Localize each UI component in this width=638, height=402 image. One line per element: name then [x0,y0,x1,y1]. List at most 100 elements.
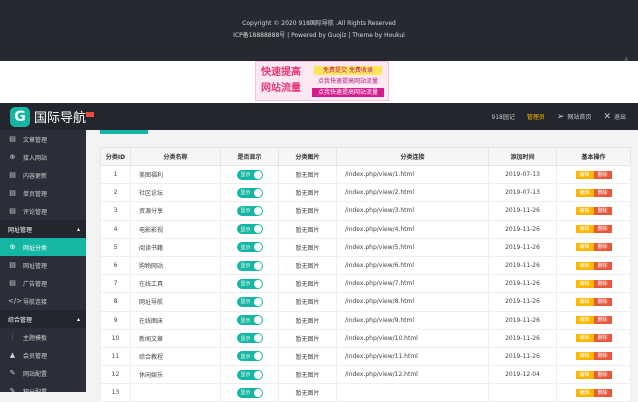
sidebar-item[interactable]: ▲ 会员管理 [0,346,86,364]
delete-button[interactable]: 删除 [593,225,612,234]
delete-button[interactable]: 删除 [593,243,612,252]
sidebar-item[interactable]: ▤ 文章管理 [0,130,86,148]
delete-button[interactable]: 删除 [593,334,612,343]
delete-button[interactable]: 删除 [593,370,612,379]
ad-headline: 快速提高网站流量 [261,67,301,94]
sidebar: ▤ 文章管理 ⊕ 接入网站 ▤ 内容更新 ▤ 单页管理 ▤ 评论管理 网址管理 ▴ ⊕ 网址分类 ▤ 网… [0,130,86,392]
column-header: 分类连接 [336,147,489,166]
category-link[interactable]: /index.php/view/7.html [336,274,489,294]
edit-button[interactable]: 编辑 [575,261,594,270]
category-link[interactable]: /index.php/view/1.html [336,164,489,185]
sidebar-item-label: 评论管理 [23,208,48,216]
visibility-toggle[interactable]: 显示 [236,169,263,180]
category-image: 暂无图片 [278,274,337,294]
edit-button[interactable]: 编辑 [575,370,594,379]
visibility-toggle[interactable]: 显示 [236,187,263,198]
ad-banner[interactable]: 快速提高网站流量 免费提交 免费收录 点我快速提高网站流量 点我快速提高网站流量 [255,61,389,101]
plus-circle-icon: ⊕ [9,243,16,251]
category-link[interactable]: /index.php/view/12.html [336,365,489,385]
sidebar-item[interactable]: ▤ 单页管理 [0,184,86,202]
edit-button[interactable]: 编辑 [575,279,594,288]
sidebar-group-general-management[interactable]: 综合管理 ▴ [0,310,86,328]
sidebar-item[interactable]: ▤ 内容更新 [0,166,86,184]
toggle-knob [253,388,262,397]
sidebar-item[interactable]: ▤ 网址管理 [0,256,86,274]
actions-cell: 编辑 删除 [556,274,631,294]
toggle-label: 显示 [240,353,251,360]
visibility-toggle[interactable]: 显示 [236,205,263,216]
edit-button[interactable]: 编辑 [575,225,594,234]
sidebar-item[interactable]: ▤ 广告管理 [0,274,86,292]
sidebar-item[interactable]: </> 导航连接 [0,292,86,310]
delete-button[interactable]: 删除 [593,297,612,306]
visibility-toggle[interactable]: 显示 [236,278,263,289]
category-id: 6 [100,255,131,276]
close-icon: ✕ [603,111,611,122]
category-link[interactable]: /index.php/view/5.html [336,237,489,257]
visibility-toggle[interactable]: 显示 [236,351,263,362]
edit-button[interactable]: 编辑 [575,297,594,306]
category-name: 购物网站 [130,255,221,276]
delete-button[interactable]: 删除 [593,170,612,179]
visibility-toggle[interactable]: 显示 [236,369,263,380]
sidebar-item[interactable]: ⊕ 接入网站 [0,148,86,166]
edit-button[interactable]: 编辑 [575,206,594,215]
edit-button[interactable]: 编辑 [575,352,594,361]
edit-button[interactable]: 编辑 [575,334,594,343]
sidebar-group-url-management[interactable]: 网址管理 ▴ [0,220,86,238]
sidebar-group-label: 综合管理 [8,316,33,324]
sidebar-item[interactable]: ✎ 网站配置 [0,364,86,382]
sidebar-item[interactable]: ▤ 评论管理 [0,202,86,220]
toggle-label: 显示 [240,226,251,233]
visibility-cell: 显示 [220,237,279,257]
added-date: 2019-11-26 [488,237,557,257]
delete-button[interactable]: 删除 [593,388,612,397]
category-id: 5 [100,237,131,257]
delete-button[interactable]: 删除 [593,352,612,361]
category-link[interactable]: /index.php/view/8.html [336,292,489,312]
category-link[interactable]: /index.php/view/9.html [336,310,489,330]
document-icon: ▤ [9,135,16,143]
icp-text: ICP备18888888号 | Powered by Guojiz | Them… [233,32,405,39]
added-date: 2019-12-04 [488,365,557,385]
category-link[interactable]: /index.php/view/2.html [336,183,489,203]
sidebar-item[interactable]: ✎ 积分配置 [0,382,86,392]
site-name-link[interactable]: 918园记 [491,112,514,121]
toggle-label: 显示 [240,335,251,342]
logo[interactable]: G 国际导航 [0,103,100,130]
category-image: 暂无图片 [278,328,337,348]
visibility-toggle[interactable]: 显示 [236,224,263,235]
toggle-knob [253,352,262,361]
category-link[interactable]: /index.php/view/4.html [336,219,489,239]
visibility-toggle[interactable]: 显示 [236,315,263,326]
visibility-toggle[interactable]: 显示 [236,333,263,344]
category-image: 暂无图片 [278,310,337,330]
delete-button[interactable]: 删除 [593,206,612,215]
category-link[interactable]: /index.php/view/10.html [336,328,489,348]
visibility-toggle[interactable]: 显示 [236,260,263,271]
edit-button[interactable]: 编辑 [575,243,594,252]
logout-link[interactable]: ✕ 退出 [603,112,626,122]
category-id: 2 [100,183,131,203]
edit-button[interactable]: 编辑 [575,188,594,197]
user-menu[interactable]: 管理员 [527,112,545,121]
delete-button[interactable]: 删除 [593,279,612,288]
delete-button[interactable]: 删除 [593,261,612,270]
delete-button[interactable]: 删除 [593,316,612,325]
edit-button[interactable]: 编辑 [575,170,594,179]
sidebar-item[interactable]: ⫶ 主题模板 [0,328,86,346]
actions-cell: 编辑 删除 [556,365,631,385]
home-link[interactable]: ➢ 网站首页 [557,112,592,122]
category-link[interactable]: /index.php/view/11.html [336,346,489,367]
edit-button[interactable]: 编辑 [575,388,594,397]
category-link[interactable] [336,383,489,402]
delete-button[interactable]: 删除 [593,188,612,197]
category-link[interactable]: /index.php/view/6.html [336,255,489,276]
visibility-toggle[interactable]: 显示 [236,387,263,398]
visibility-toggle[interactable]: 显示 [236,296,263,307]
visibility-toggle[interactable]: 显示 [236,242,263,253]
sidebar-item[interactable]: ⊕ 网址分类 [0,238,86,256]
category-link[interactable]: /index.php/view/3.html [336,201,489,221]
sidebar-item-label: 网站配置 [23,370,48,378]
edit-button[interactable]: 编辑 [575,316,594,325]
